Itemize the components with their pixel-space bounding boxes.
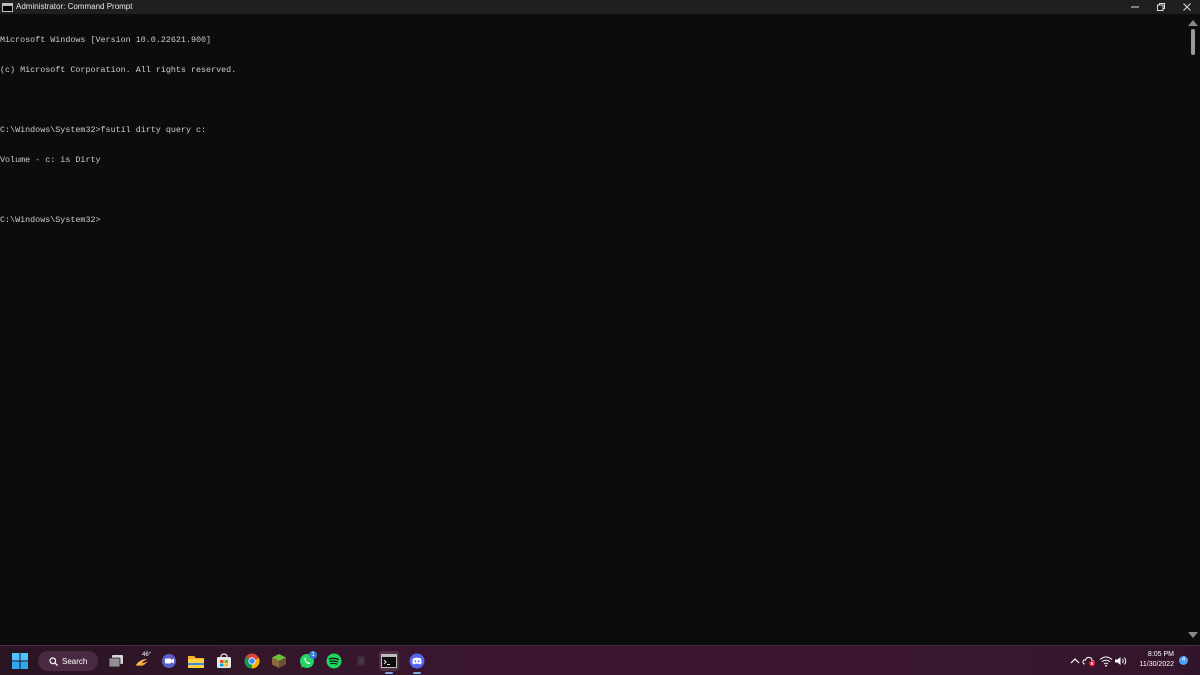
scroll-down-arrow-icon[interactable] xyxy=(1188,632,1198,638)
window-title: Administrator: Command Prompt xyxy=(16,2,133,11)
taskbar-clock[interactable]: 8:05 PM 11/30/2022 xyxy=(1134,650,1174,670)
spotify-icon xyxy=(326,653,342,669)
windows-logo-icon xyxy=(12,653,28,669)
taskbar: Search 46° 1 8:05 PM 11/30/2022 4 xyxy=(0,645,1200,675)
discord-button[interactable] xyxy=(407,651,427,671)
running-app-indicator xyxy=(413,672,421,674)
whatsapp-unread-badge: 1 xyxy=(309,651,317,659)
pinned-app-button[interactable] xyxy=(351,651,371,671)
cloud-error-icon xyxy=(1082,656,1095,667)
console-prompt-line: C:\Windows\System32> xyxy=(0,215,101,225)
minimize-icon xyxy=(1131,6,1139,8)
console-line: (c) Microsoft Corporation. All rights re… xyxy=(0,65,237,75)
file-explorer-button[interactable] xyxy=(186,651,206,671)
title-bar: Administrator: Command Prompt xyxy=(0,0,1200,14)
teams-chat-icon xyxy=(162,654,176,668)
vertical-scrollbar[interactable] xyxy=(1186,14,1200,644)
task-view-icon xyxy=(108,655,123,668)
dim-app-icon xyxy=(357,656,365,666)
restore-button[interactable] xyxy=(1148,0,1174,14)
scroll-up-arrow-icon[interactable] xyxy=(1188,20,1198,26)
taskbar-search-button[interactable]: Search xyxy=(38,651,98,671)
close-button[interactable] xyxy=(1174,0,1200,14)
close-icon xyxy=(1183,3,1191,11)
speaker-icon xyxy=(1115,657,1127,665)
minimize-button[interactable] xyxy=(1122,0,1148,14)
terminal-icon xyxy=(381,654,397,668)
teams-chat-button[interactable] xyxy=(159,651,179,671)
start-button[interactable] xyxy=(10,651,30,671)
store-bag-icon xyxy=(217,653,231,668)
chrome-icon xyxy=(244,653,260,669)
chrome-button[interactable] xyxy=(242,651,262,671)
spotify-button[interactable] xyxy=(324,651,344,671)
task-view-button[interactable] xyxy=(106,651,126,671)
active-app-indicator xyxy=(385,672,393,674)
window-controls xyxy=(1122,0,1200,14)
command-prompt-taskbar-button[interactable] xyxy=(379,651,399,671)
console-line: Microsoft Windows [Version 10.0.22621.90… xyxy=(0,35,212,45)
restore-icon xyxy=(1157,3,1165,11)
console-line: C:\Windows\System32>fsutil dirty query c… xyxy=(0,125,207,135)
folder-icon xyxy=(188,655,204,668)
clock-time: 8:05 PM xyxy=(1147,651,1174,658)
notification-count-badge[interactable]: 4 xyxy=(1179,656,1188,665)
clock-date: 11/30/2022 xyxy=(1139,661,1174,668)
minecraft-launcher-button[interactable] xyxy=(269,651,289,671)
scrollbar-thumb[interactable] xyxy=(1191,29,1195,55)
weather-temperature: 46° xyxy=(142,652,152,658)
volume-button[interactable] xyxy=(1111,651,1131,671)
discord-icon xyxy=(409,653,425,669)
microsoft-store-button[interactable] xyxy=(214,651,234,671)
search-label: Search xyxy=(62,656,88,666)
search-icon xyxy=(49,656,58,666)
console-line: Volume - c: is Dirty xyxy=(0,155,101,165)
grass-block-icon xyxy=(272,654,286,668)
console-output[interactable]: Microsoft Windows [Version 10.0.22621.90… xyxy=(0,14,1186,644)
command-prompt-icon xyxy=(2,2,13,12)
